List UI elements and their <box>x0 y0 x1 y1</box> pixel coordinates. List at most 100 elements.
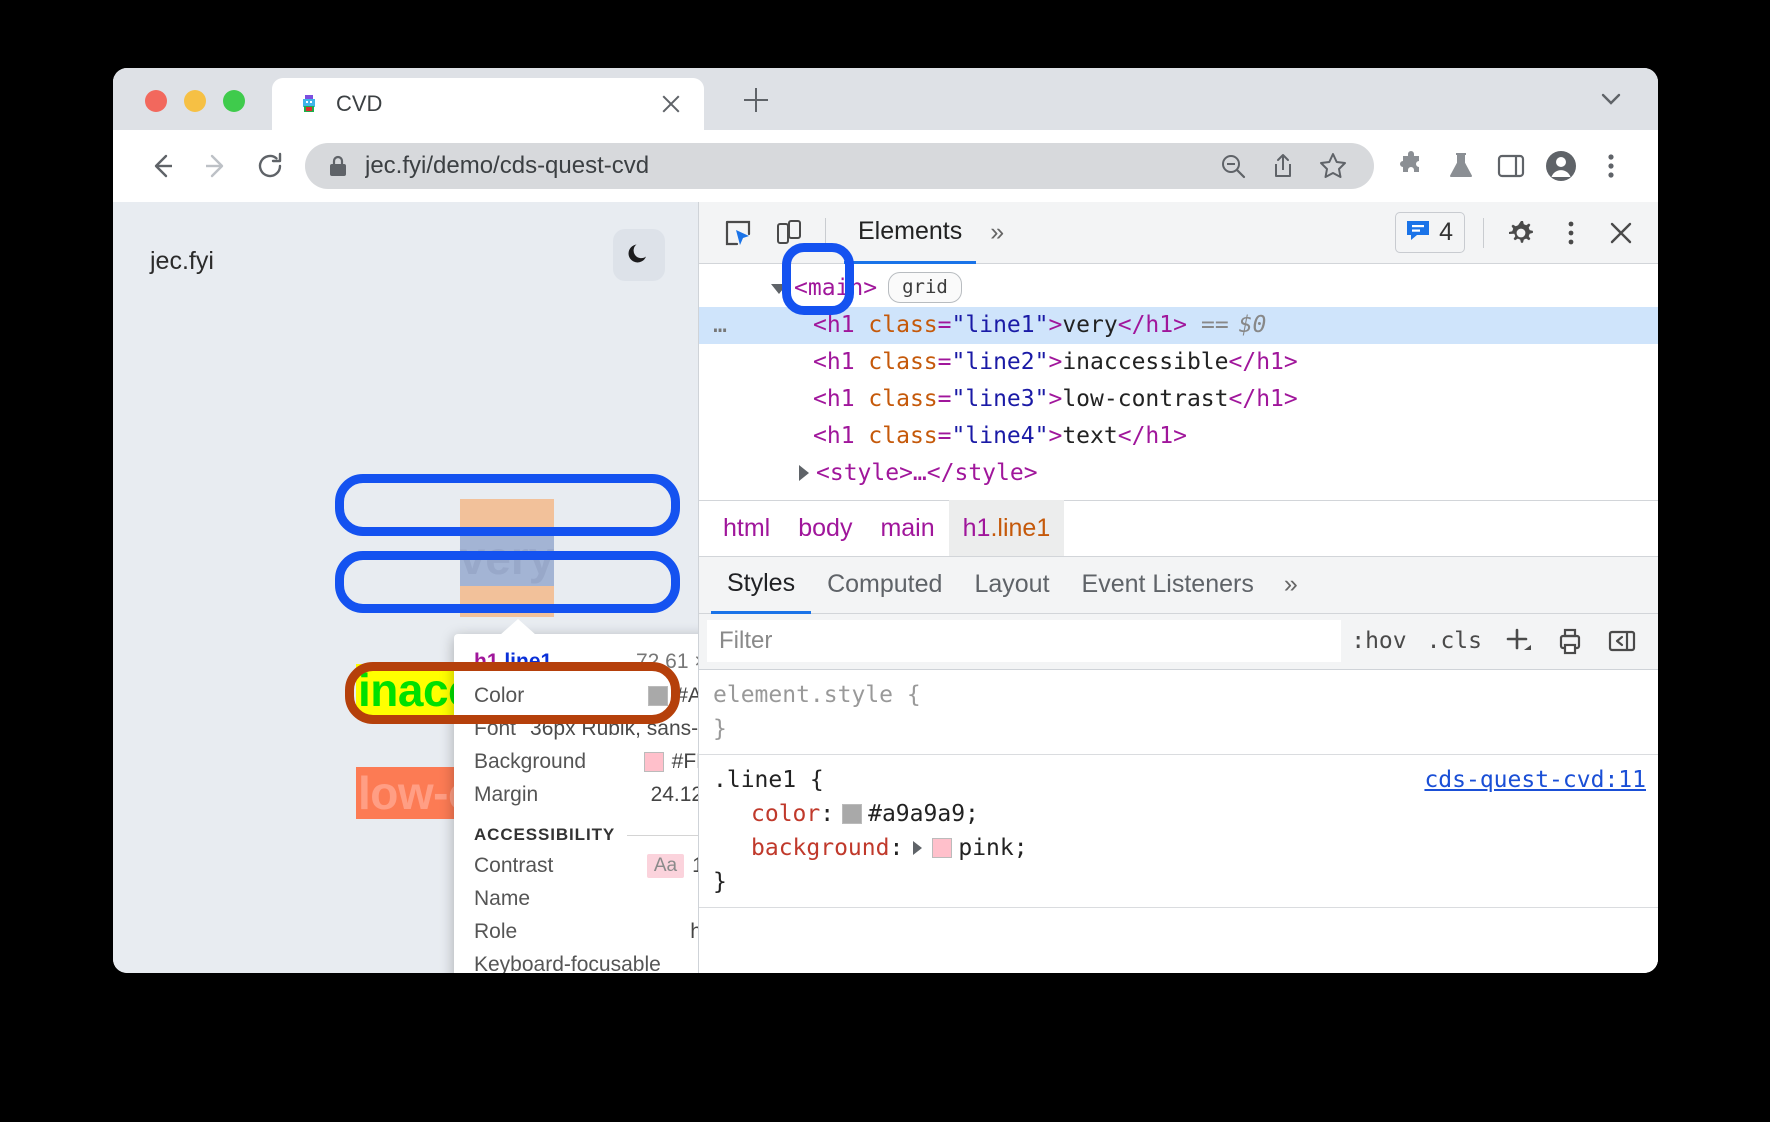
plus-rule-icon[interactable] <box>1492 619 1544 663</box>
rule-close-brace: } <box>713 712 1658 746</box>
dark-mode-toggle-button[interactable] <box>613 229 665 281</box>
dom-row-ellipsis[interactable]: … <box>699 308 741 343</box>
dom-row-style[interactable]: <style>…</style> <box>699 455 1658 492</box>
grid-badge[interactable]: grid <box>888 272 962 303</box>
more-vertical-icon[interactable] <box>1546 210 1596 256</box>
expand-shorthand-icon[interactable] <box>913 841 922 855</box>
tag-name: h1 <box>827 349 855 375</box>
background-value: #FFC0CB <box>672 750 698 774</box>
declaration-color[interactable]: color: #a9a9a9; <box>713 797 1658 831</box>
css-rules-pane[interactable]: element.style { } .line1 { cds-quest-cvd… <box>699 670 1658 973</box>
issues-badge[interactable]: 4 <box>1395 212 1465 253</box>
keyboard-focusable-label: Keyboard-focusable <box>474 953 661 973</box>
breadcrumb-item-main[interactable]: main <box>866 500 948 556</box>
declaration-background[interactable]: background: pink; <box>713 831 1658 865</box>
attr-name: class <box>868 386 937 412</box>
labs-flask-icon[interactable] <box>1436 143 1486 189</box>
browser-tab[interactable]: CVD <box>272 78 704 130</box>
star-icon[interactable] <box>1310 145 1356 187</box>
zoom-out-icon[interactable] <box>1210 145 1256 187</box>
forward-arrow-icon[interactable] <box>189 143 243 189</box>
tooltip-dimensions: 72.61 × 42.67 <box>636 650 698 674</box>
close-tab-icon[interactable] <box>658 91 684 117</box>
device-toolbar-icon[interactable] <box>763 210 813 256</box>
contrast-aa-badge: Aa <box>647 854 684 878</box>
close-icon[interactable] <box>1596 210 1646 256</box>
tab-styles[interactable]: Styles <box>711 556 811 614</box>
attr-value: "line2" <box>952 349 1049 375</box>
tag-name-close: h1 <box>1145 423 1173 449</box>
page-viewport: jec.fyi very inaccessible low-contrast <box>113 202 698 973</box>
dom-row-main[interactable]: <main> grid <box>699 270 1658 307</box>
node-text: very <box>1062 312 1117 338</box>
declaration-value: #a9a9a9; <box>868 797 979 831</box>
tab-computed[interactable]: Computed <box>811 556 958 614</box>
profile-avatar-icon[interactable] <box>1536 143 1586 189</box>
browser-window: CVD jec.fyi/ <box>113 68 1658 973</box>
more-styles-tabs-icon[interactable]: » <box>1270 570 1312 599</box>
contrast-label: Contrast <box>474 854 553 878</box>
tab-event-listeners[interactable]: Event Listeners <box>1066 556 1270 614</box>
divider <box>825 218 826 248</box>
filter-input[interactable] <box>707 620 1341 662</box>
color-label: Color <box>474 684 524 708</box>
breadcrumb-class: .line1 <box>990 514 1050 543</box>
breadcrumb-item-h1-line1[interactable]: h1.line1 <box>949 500 1065 556</box>
tab-elements[interactable]: Elements <box>844 202 976 264</box>
tag-main: <main> <box>794 275 877 301</box>
chevron-down-icon[interactable] <box>1594 82 1628 116</box>
devtools-panel: Elements » 4 <box>698 202 1658 973</box>
dom-row-content: <h1 class="line3">low-contrast</h1> <box>741 382 1298 417</box>
dom-row-h1-line4[interactable]: <h1 class="line4">text</h1> <box>699 418 1658 455</box>
more-menu-icon[interactable] <box>1586 143 1636 189</box>
breadcrumb-item-body[interactable]: body <box>784 500 866 556</box>
dom-row-h1-line2[interactable]: <h1 class="line2">inaccessible</h1> <box>699 344 1658 381</box>
close-window-button[interactable] <box>145 90 167 112</box>
cls-toggle-button[interactable]: .cls <box>1417 628 1492 654</box>
rule-source-link[interactable]: cds-quest-cvd:11 <box>1424 763 1646 797</box>
declaration-property: color <box>751 797 820 831</box>
print-media-icon[interactable] <box>1544 619 1596 663</box>
color-value: #A9A9A9 <box>676 684 698 708</box>
extensions-icon[interactable] <box>1386 143 1436 189</box>
dom-tree[interactable]: <main> grid … <h1 class="line1">very</h1>… <box>699 264 1658 500</box>
rule-element-style[interactable]: element.style { } <box>699 670 1658 755</box>
tooltip-selector-tag: h1 <box>474 650 499 673</box>
background-label: Background <box>474 750 586 774</box>
dom-row-h1-line3[interactable]: <h1 class="line3">low-contrast</h1> <box>699 381 1658 418</box>
expand-triangle-icon[interactable] <box>771 284 787 294</box>
tooltip-row-name: Name very <box>454 882 698 915</box>
back-arrow-icon[interactable] <box>135 143 189 189</box>
dom-row-h1-line1[interactable]: … <h1 class="line1">very</h1>==$0 <box>699 307 1658 344</box>
side-panel-icon[interactable] <box>1486 143 1536 189</box>
reload-icon[interactable] <box>243 143 297 189</box>
gear-icon[interactable] <box>1496 210 1546 256</box>
tooltip-selector-class: .line1 <box>499 650 553 673</box>
maximize-window-button[interactable] <box>223 90 245 112</box>
collapse-triangle-icon[interactable] <box>799 465 809 481</box>
tag-name-close: h1 <box>1256 349 1284 375</box>
rule-line1[interactable]: .line1 { cds-quest-cvd:11 color: #a9a9a9… <box>699 755 1658 908</box>
address-bar[interactable]: jec.fyi/demo/cds-quest-cvd <box>305 143 1374 189</box>
dom-row-content: <style>…</style> <box>741 456 1038 491</box>
tooltip-row-background: Background #FFC0CB <box>454 745 698 778</box>
tab-layout[interactable]: Layout <box>958 556 1065 614</box>
node-text: text <box>1062 423 1117 449</box>
hov-toggle-button[interactable]: :hov <box>1341 628 1416 654</box>
collapse-sidebar-icon[interactable] <box>1596 619 1648 663</box>
tag-name-close: h1 <box>1256 386 1284 412</box>
page-line-1: very <box>460 531 555 585</box>
new-tab-button[interactable] <box>738 82 774 118</box>
dollar-zero: $0 <box>1239 312 1267 338</box>
color-swatch[interactable] <box>842 804 862 824</box>
url-text: jec.fyi/demo/cds-quest-cvd <box>365 152 1206 180</box>
minimize-window-button[interactable] <box>184 90 206 112</box>
more-tabs-icon[interactable]: » <box>976 202 1018 264</box>
node-text: inaccessible <box>1062 349 1228 375</box>
inspected-element-highlight: very <box>460 499 554 617</box>
window-traffic-lights <box>145 90 245 112</box>
background-swatch[interactable] <box>932 838 952 858</box>
share-icon[interactable] <box>1260 145 1306 187</box>
inspect-element-icon[interactable] <box>713 210 763 256</box>
breadcrumb-item-html[interactable]: html <box>709 500 784 556</box>
